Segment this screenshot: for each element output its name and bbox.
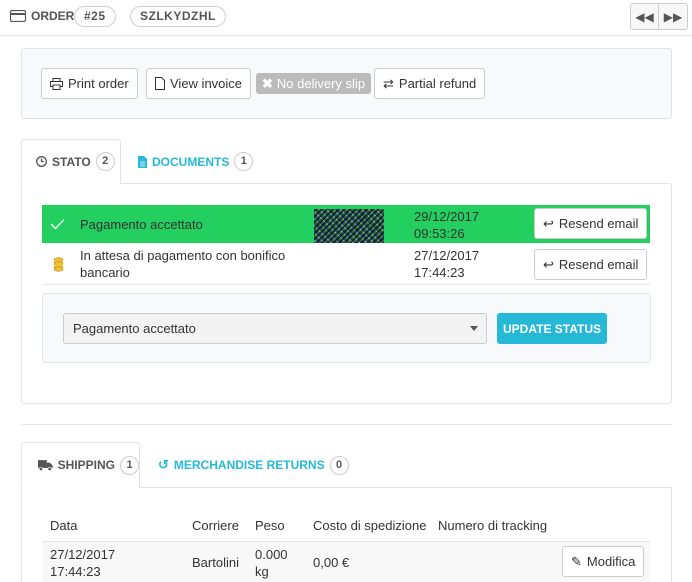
order-header-bar: ORDER #25 SZLKYDZHL ◀◀ ▶▶ (0, 0, 692, 36)
tab-stato-count: 2 (95, 152, 115, 171)
shipping-weight-value: 0.000 (255, 547, 288, 562)
check-icon (50, 218, 65, 230)
reply-icon: ↩ (543, 215, 554, 231)
undo-icon: ↺ (158, 457, 169, 472)
tab-stato[interactable]: STATO 2 (21, 139, 121, 184)
order-reference-badge: SZLKYDZHL (130, 6, 226, 27)
tab-documents[interactable]: DOCUMENTS 1 (138, 139, 254, 184)
order-number-badge: #25 (74, 6, 116, 27)
file-icon (155, 77, 165, 90)
print-icon (50, 77, 63, 90)
view-invoice-button[interactable]: View invoice (146, 68, 252, 99)
document-icon (138, 155, 147, 168)
tab-shipping-label: SHIPPING (57, 458, 115, 472)
status-name: Pagamento accettato (80, 217, 203, 232)
no-delivery-slip-button: ✖ No delivery slip (256, 73, 372, 94)
next-order-button[interactable]: ▶▶ (659, 3, 688, 30)
status-tabs-section: STATO 2 DOCUMENTS 1 Pagamento accettato … (21, 139, 672, 404)
backward-icon: ◀◀ (635, 9, 654, 24)
partial-refund-button[interactable]: ⇄ Partial refund (374, 68, 486, 99)
status-time: 09:53:26 (414, 226, 465, 241)
tab-documents-count: 1 (234, 152, 254, 171)
status-history-row: Pagamento accettato 29/12/2017 09:53:26 … (42, 205, 650, 243)
status-date: 29/12/2017 (414, 209, 480, 224)
edit-shipping-button[interactable]: ✎ Modifica (562, 546, 645, 577)
previous-order-button[interactable]: ◀◀ (630, 3, 659, 30)
resend-email-label: Resend email (558, 257, 639, 272)
column-header: Costo di spedizione (313, 518, 427, 533)
no-delivery-slip-label: No delivery slip (276, 76, 366, 91)
update-status-button[interactable]: UPDATE STATUS (497, 313, 607, 344)
tab-returns-count: 0 (329, 455, 349, 475)
order-title: ORDER (10, 9, 74, 23)
order-status-select[interactable]: Pagamento accettato (63, 313, 487, 344)
shipping-panel: Data Corriere Peso Costo di spedizione N… (21, 487, 672, 582)
section-divider (21, 424, 672, 425)
reply-icon: ↩ (543, 256, 554, 272)
forward-icon: ▶▶ (663, 9, 683, 24)
column-header: Peso (255, 518, 285, 533)
status-history-row: In attesa di pagamento con bonifico banc… (42, 245, 650, 285)
order-navigation: ◀◀ ▶▶ (630, 3, 688, 30)
shipping-cost: 0,00 € (313, 555, 350, 570)
resend-email-button[interactable]: ↩ Resend email (534, 249, 648, 280)
column-header: Corriere (192, 518, 239, 533)
status-time: 17:44:23 (414, 265, 465, 280)
column-header: Data (50, 518, 78, 533)
tab-shipping-count: 1 (120, 455, 139, 475)
column-header: Numero di tracking (438, 518, 548, 533)
credit-card-icon (10, 10, 26, 22)
tab-stato-label: STATO (52, 154, 91, 169)
shipping-weight-unit: kg (255, 564, 269, 579)
order-label: ORDER (31, 9, 75, 23)
close-icon: ✖ (262, 75, 273, 91)
clock-icon (36, 156, 47, 167)
print-order-label: Print order (68, 76, 129, 91)
resend-email-label: Resend email (558, 216, 639, 231)
shipping-tabs-section: SHIPPING 1 ↺ MERCHANDISE RETURNS 0 Data … (21, 442, 672, 582)
truck-icon (38, 459, 53, 471)
update-status-form: Pagamento accettato UPDATE STATUS (42, 293, 651, 363)
view-invoice-label: View invoice (170, 76, 243, 91)
edit-shipping-label: Modifica (586, 554, 636, 569)
partial-refund-label: Partial refund (398, 76, 477, 91)
resend-email-button[interactable]: ↩ Resend email (534, 208, 648, 239)
print-order-button[interactable]: Print order (41, 68, 138, 99)
caret-down-icon (470, 326, 478, 331)
order-status-selected: Pagamento accettato (73, 321, 196, 336)
shipping-date: 27/12/2017 (50, 547, 116, 562)
employee-avatar (314, 209, 384, 243)
tab-merchandise-returns[interactable]: ↺ MERCHANDISE RETURNS 0 (158, 442, 349, 488)
shipping-time: 17:44:23 (50, 564, 101, 579)
order-actions-panel: Print order View invoice ✖ No delivery s… (21, 48, 672, 119)
exchange-icon: ⇄ (383, 75, 394, 91)
status-name-line1: In attesa di pagamento con bonifico (80, 248, 286, 263)
coins-icon (53, 257, 64, 272)
tab-returns-label: MERCHANDISE RETURNS (173, 458, 325, 472)
pencil-icon: ✎ (571, 553, 582, 569)
shipping-carrier: Bartolini (192, 555, 239, 570)
status-history-panel: Pagamento accettato 29/12/2017 09:53:26 … (21, 183, 672, 404)
status-name-line2: bancario (80, 265, 130, 280)
tab-shipping[interactable]: SHIPPING 1 (21, 442, 140, 488)
tab-documents-label: DOCUMENTS (152, 154, 230, 169)
status-date: 27/12/2017 (414, 248, 480, 263)
